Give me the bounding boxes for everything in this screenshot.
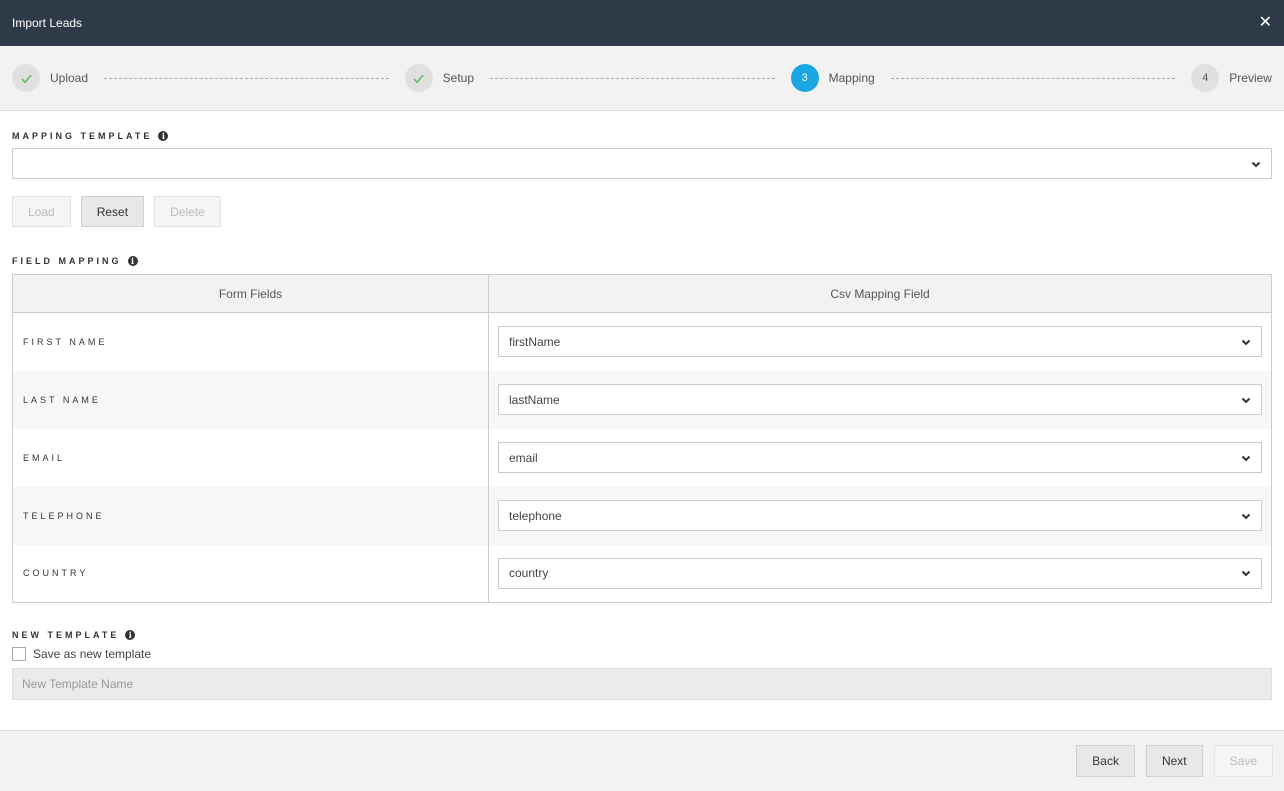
step-number-badge: 4: [1191, 64, 1220, 92]
form-field-name: LAST NAME: [12, 370, 489, 429]
mapping-template-select[interactable]: [12, 148, 1272, 179]
csv-field-select[interactable]: firstName: [498, 326, 1262, 358]
check-icon: [12, 64, 40, 92]
field-mapping-table: Form Fields Csv Mapping Field FIRST NAME…: [12, 274, 1272, 603]
chevron-down-icon: [1241, 397, 1251, 403]
delete-button[interactable]: Delete: [154, 196, 221, 227]
step-preview[interactable]: 4 Preview: [1191, 64, 1272, 92]
step-label: Preview: [1229, 71, 1272, 85]
template-actions: Load Reset Delete: [12, 196, 1272, 227]
csv-field-select[interactable]: country: [498, 557, 1262, 589]
chevron-down-icon: [1241, 513, 1251, 519]
next-button[interactable]: Next: [1145, 745, 1203, 777]
step-label: Setup: [442, 71, 475, 85]
chevron-down-icon: [1251, 161, 1261, 167]
step-connector: [104, 77, 389, 79]
column-header-form-fields: Form Fields: [12, 274, 489, 313]
reset-button[interactable]: Reset: [80, 196, 145, 227]
form-field-name: COUNTRY: [12, 544, 489, 603]
dialog-footer: Back Next Save: [0, 730, 1284, 791]
select-value: email: [509, 450, 538, 465]
back-button[interactable]: Back: [1076, 745, 1135, 777]
save-button[interactable]: Save: [1213, 745, 1273, 777]
step-connector: [490, 77, 775, 79]
csv-field-select[interactable]: email: [498, 442, 1262, 473]
step-label: Upload: [50, 71, 89, 85]
table-row: EMAIL email: [12, 428, 1272, 487]
select-value: country: [509, 566, 549, 581]
table-row: TELEPHONE telephone: [12, 486, 1272, 545]
section-title-text: NEW TEMPLATE: [12, 630, 120, 640]
csv-field-select[interactable]: lastName: [498, 384, 1262, 415]
check-icon: [404, 64, 433, 92]
section-title-text: FIELD MAPPING: [12, 256, 122, 266]
save-template-option[interactable]: Save as new template: [12, 647, 1272, 661]
table-row: FIRST NAME firstName: [12, 312, 1272, 371]
info-icon[interactable]: i: [158, 131, 169, 141]
step-upload[interactable]: Upload: [12, 64, 88, 92]
checkbox-label: Save as new template: [33, 647, 152, 661]
select-value: lastName: [509, 392, 560, 407]
form-field-name: EMAIL: [12, 428, 489, 487]
chevron-down-icon: [1241, 455, 1251, 461]
select-value: firstName: [509, 334, 561, 349]
new-template-heading: NEW TEMPLATE i: [12, 630, 1272, 640]
table-header-row: Form Fields Csv Mapping Field: [12, 274, 1272, 313]
chevron-down-icon: [1241, 339, 1251, 346]
chevron-down-icon: [1241, 571, 1251, 577]
form-field-name: TELEPHONE: [12, 486, 489, 545]
load-button[interactable]: Load: [12, 196, 71, 227]
section-title-text: MAPPING TEMPLATE: [12, 131, 153, 141]
close-icon[interactable]: ✕: [1259, 15, 1272, 31]
step-setup[interactable]: Setup: [404, 64, 475, 92]
csv-field-select[interactable]: telephone: [498, 500, 1262, 531]
info-icon[interactable]: i: [127, 256, 138, 266]
title-bar: Import Leads ✕: [0, 0, 1284, 46]
template-name-input[interactable]: New Template Name: [12, 668, 1272, 700]
wizard-stepper: Upload Setup 3 Mapping 4 Preview: [0, 46, 1284, 111]
save-template-checkbox[interactable]: [12, 647, 26, 661]
step-connector: [890, 77, 1176, 79]
mapping-form: MAPPING TEMPLATE i Load Reset Delete FIE…: [0, 131, 1284, 700]
mapping-template-heading: MAPPING TEMPLATE i: [12, 131, 1272, 141]
table-row: LAST NAME lastName: [12, 370, 1272, 429]
form-field-name: FIRST NAME: [12, 312, 489, 371]
step-number-badge: 3: [790, 64, 819, 92]
column-header-csv-field: Csv Mapping Field: [488, 274, 1272, 313]
step-label: Mapping: [828, 71, 875, 85]
info-icon[interactable]: i: [125, 630, 136, 640]
window-title: Import Leads: [12, 16, 83, 30]
step-mapping[interactable]: 3 Mapping: [790, 64, 875, 92]
field-mapping-heading: FIELD MAPPING i: [12, 256, 1272, 266]
select-value: telephone: [509, 508, 562, 523]
table-row: COUNTRY country: [12, 544, 1272, 603]
